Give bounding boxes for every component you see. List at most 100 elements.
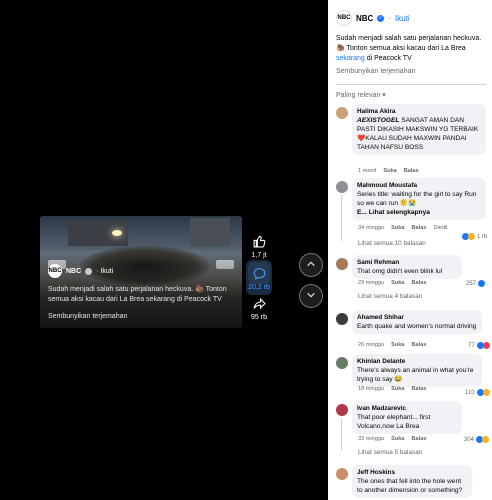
comment-like-button[interactable]: Suka (391, 342, 404, 348)
view-replies-link[interactable]: Lihat semua 10 balasan (358, 240, 426, 247)
share-icon (248, 292, 270, 314)
post-caption-text: Sudah menjadi salah satu perjalanan heck… (336, 35, 482, 52)
comment-meta: 26 minggu Suka Balas (358, 342, 426, 348)
divider (336, 84, 486, 85)
comment-like-button[interactable]: Suka (391, 225, 404, 231)
comment-avatar[interactable] (336, 181, 348, 193)
comment-meta: 18 minggu Suka Balas (358, 386, 426, 392)
comment-bubble: Halima Akira AEXISTOGEL SANGAT AMAN DAN … (352, 104, 486, 155)
comment-text: Earth quake and women's normal driving (357, 323, 477, 330)
comment-author[interactable]: Mahmoud Moustafa (357, 181, 481, 190)
thumbs-up-icon (248, 230, 270, 252)
comment-bubble: Jeff Hoskins The ones that fell into the… (352, 465, 472, 498)
comment-bubble: Ivan Madzarevic That poor elephant... fi… (352, 401, 462, 434)
see-more-link[interactable]: E... Lihat selengkapnya (357, 209, 430, 216)
like-count: 1,7 jt (251, 252, 267, 259)
comment-time[interactable]: 29 minggu (358, 280, 384, 286)
comment-avatar[interactable] (336, 404, 348, 416)
comment-author[interactable]: Sami Rehman (357, 258, 457, 267)
comment-reply-button[interactable]: Balas (412, 280, 427, 286)
nbc-logo-icon[interactable]: NBC (336, 10, 352, 26)
comment-reactions[interactable]: 77 (468, 342, 490, 349)
comment-time[interactable]: 26 minggu (358, 342, 384, 348)
comment-sort-dropdown[interactable]: Paling relevan ▾ (336, 91, 386, 99)
comment-reply-button[interactable]: Balas (412, 225, 427, 231)
video-page-name[interactable]: NBC (66, 268, 81, 275)
comment-action[interactable]: 20,2 rb (246, 260, 272, 295)
comment-reactions[interactable]: 110 (465, 389, 490, 396)
comment-time[interactable]: 34 minggu (358, 225, 384, 231)
comment-text: That poor elephant... first Volcano,now … (357, 414, 431, 430)
comment-meta: 33 minggu Suka Balas (358, 436, 426, 442)
comment-reply-button[interactable]: Balas (412, 342, 427, 348)
comment-author[interactable]: Khinlan Delante (357, 357, 477, 366)
follow-link[interactable]: Ikuti (395, 14, 410, 23)
like-reaction-icon (478, 280, 486, 287)
comment-reactions[interactable]: 257 (466, 280, 486, 287)
haha-reaction-icon (468, 233, 475, 240)
comment-avatar[interactable] (336, 258, 348, 270)
comment-text: That omg didn't even blink lul (357, 268, 443, 275)
comment-text-bold: AEXISTOGEL (357, 117, 400, 124)
video-player[interactable]: NBC NBC · Ikuti Sudah menjadi salah satu… (40, 216, 242, 328)
comment-reactions[interactable]: 304 (464, 436, 490, 443)
comment-avatar[interactable] (336, 357, 348, 369)
comment-time[interactable]: 1 menit (358, 168, 376, 174)
like-action[interactable]: 1,7 jt (248, 230, 270, 259)
video-hide-translation[interactable]: Sembunyikan terjemahan (48, 313, 127, 320)
comment-author[interactable]: Halima Akira (357, 107, 481, 116)
reaction-count: 1 rb (477, 233, 488, 240)
comment-like-button[interactable]: Suka (391, 280, 404, 286)
comment-meta: 34 minggu Suka Balas Diedit (358, 225, 448, 231)
comment-like-button[interactable]: Suka (391, 436, 404, 442)
comment-text: There's always an animal in what you're … (357, 367, 474, 383)
comment-meta: 29 minggu Suka Balas (358, 280, 426, 286)
comment-like-button[interactable]: Suka (391, 386, 404, 392)
comment-edited-label: Diedit (433, 225, 448, 231)
post-panel: NBC NBC ✓ · Ikuti Sudah menjadi salah sa… (328, 0, 492, 500)
previous-video-button[interactable] (299, 253, 323, 277)
comment-avatar[interactable] (336, 313, 348, 325)
love-reaction-icon (482, 342, 490, 349)
comment-reply-button[interactable]: Balas (412, 386, 427, 392)
share-action[interactable]: 95 rb (248, 292, 270, 321)
comment-reactions[interactable]: 1 rb (462, 233, 487, 240)
chevron-down-icon (306, 290, 316, 303)
comment-icon (248, 262, 270, 284)
video-scene-building (190, 218, 230, 246)
reaction-count: 110 (465, 389, 475, 396)
verified-badge-icon (85, 267, 93, 275)
comment-author[interactable]: Ahamed Shihar (357, 313, 477, 322)
next-video-button[interactable] (299, 284, 323, 308)
view-replies-link[interactable]: Lihat semua 5 balasan (358, 449, 422, 456)
comment-like-button[interactable]: Suka (383, 168, 396, 174)
reaction-count: 77 (468, 342, 475, 349)
comment-text: The ones that fell into the hole went to… (357, 478, 463, 494)
view-replies-link[interactable]: Lihat semua 4 balasan (358, 293, 422, 300)
hide-translation-link[interactable]: Sembunyikan terjemahan (336, 68, 415, 75)
nbc-logo-icon[interactable]: NBC (48, 264, 62, 278)
comment-count: 20,2 rb (248, 284, 270, 291)
comment-time[interactable]: 18 minggu (358, 386, 384, 392)
reaction-count: 304 (464, 436, 475, 443)
verified-badge-icon: ✓ (377, 14, 385, 22)
comment-avatar[interactable] (336, 107, 348, 119)
comment-avatar[interactable] (336, 468, 348, 480)
video-caption: Sudah menjadi salah satu perjalanan heck… (48, 286, 227, 303)
comment-reply-button[interactable]: Balas (404, 168, 419, 174)
comment-reply-button[interactable]: Balas (412, 436, 427, 442)
post-header: NBC NBC ✓ · Ikuti (336, 10, 410, 26)
page-name[interactable]: NBC (356, 14, 373, 23)
video-scene-light (112, 230, 122, 236)
comment-text: Series title: waiting for the girl to sa… (357, 191, 477, 207)
comment-bubble: Sami Rehman That omg didn't even blink l… (352, 255, 462, 279)
video-author: NBC NBC · Ikuti (48, 264, 113, 278)
reply-thread-line (341, 195, 342, 241)
post-caption-link[interactable]: sekarang (336, 55, 365, 62)
reaction-count: 257 (466, 280, 477, 287)
comment-time[interactable]: 33 minggu (358, 436, 384, 442)
video-follow-link[interactable]: · Ikuti (96, 268, 113, 275)
comment-author[interactable]: Ivan Madzarevic (357, 404, 457, 413)
comment-meta: 1 menit Suka Balas (358, 168, 419, 174)
comment-author[interactable]: Jeff Hoskins (357, 468, 467, 477)
